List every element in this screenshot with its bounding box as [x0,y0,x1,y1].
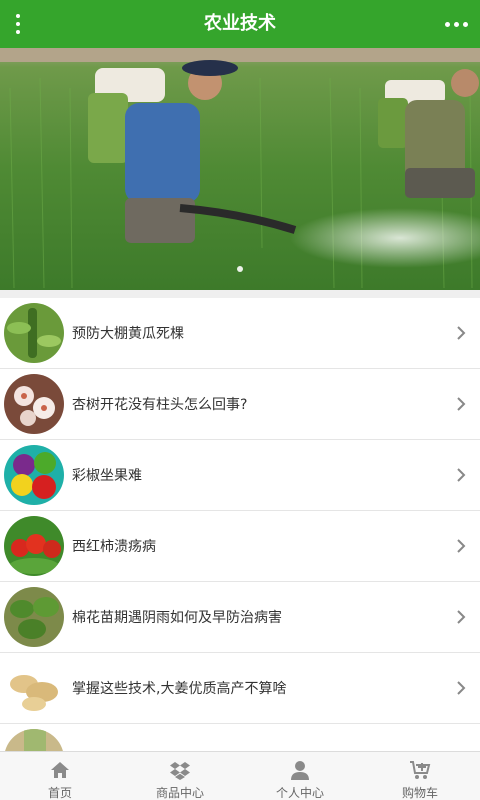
tab-label: 购物车 [401,786,438,800]
ginger-thumb [4,658,64,718]
chevron-right-icon [446,318,476,348]
tab-home[interactable]: 首页 [0,752,120,800]
tab-label: 商品中心 [155,786,204,800]
user-icon [291,761,309,780]
chevron-right-icon [446,602,476,632]
article-title: 棉花苗期遇阴雨如何及早防治病害 [72,610,282,626]
list-item[interactable]: 杏树开花没有柱头怎么回事? [0,369,480,440]
bell-pepper-thumb [4,445,64,505]
article-title: 彩椒坐果难 [72,468,142,484]
banner-carousel[interactable] [0,48,480,290]
cucumber-plant-thumb [4,303,64,363]
dropbox-icon [170,762,190,780]
tab-cart[interactable]: 购物车 [360,752,480,800]
cotton-seedling-thumb [4,587,64,647]
list-item[interactable]: 掌握这些技术,大姜优质高产不算啥 [0,653,480,724]
tab-label: 个人中心 [275,786,324,800]
list-item[interactable]: 彩椒坐果难 [0,440,480,511]
chevron-right-icon [446,389,476,419]
apricot-blossom-thumb [4,374,64,434]
carousel-indicator[interactable] [0,257,480,276]
tab-profile[interactable]: 个人中心 [240,752,360,800]
page-title: 农业技术 [204,13,276,34]
tomato-thumb [4,516,64,576]
article-title: 杏树开花没有柱头怎么回事? [72,397,248,413]
list-item[interactable]: 预防大棚黄瓜死棵 [0,298,480,369]
chevron-right-icon [446,531,476,561]
article-list: 预防大棚黄瓜死棵 杏树开花没有柱头怎么回事? 彩椒坐果难 西红柿溃疡病 棉花苗期… [0,298,480,751]
partial-thumb [4,729,64,751]
top-bar: 农业技术 [0,0,480,48]
chevron-right-icon [446,673,476,703]
home-icon [51,762,69,778]
carousel-dot[interactable] [237,266,243,272]
article-title: 预防大棚黄瓜死棵 [72,326,184,342]
list-item[interactable]: 棉花苗期遇阴雨如何及早防治病害 [0,582,480,653]
list-item[interactable]: 西红柿溃疡病 [0,511,480,582]
tab-products[interactable]: 商品中心 [120,752,240,800]
list-item[interactable] [0,724,480,751]
more-options-icon[interactable] [440,8,472,40]
cart-icon [410,761,431,779]
article-title: 西红柿溃疡病 [72,539,156,555]
farmers-spraying-field-photo [0,48,480,290]
section-divider [0,290,480,298]
article-title: 掌握这些技术,大姜优质高产不算啥 [72,681,287,697]
chevron-right-icon [446,460,476,490]
bottom-tab-bar: 首页 商品中心 个人中心 购物车 [0,751,480,800]
tab-label: 首页 [47,786,72,800]
